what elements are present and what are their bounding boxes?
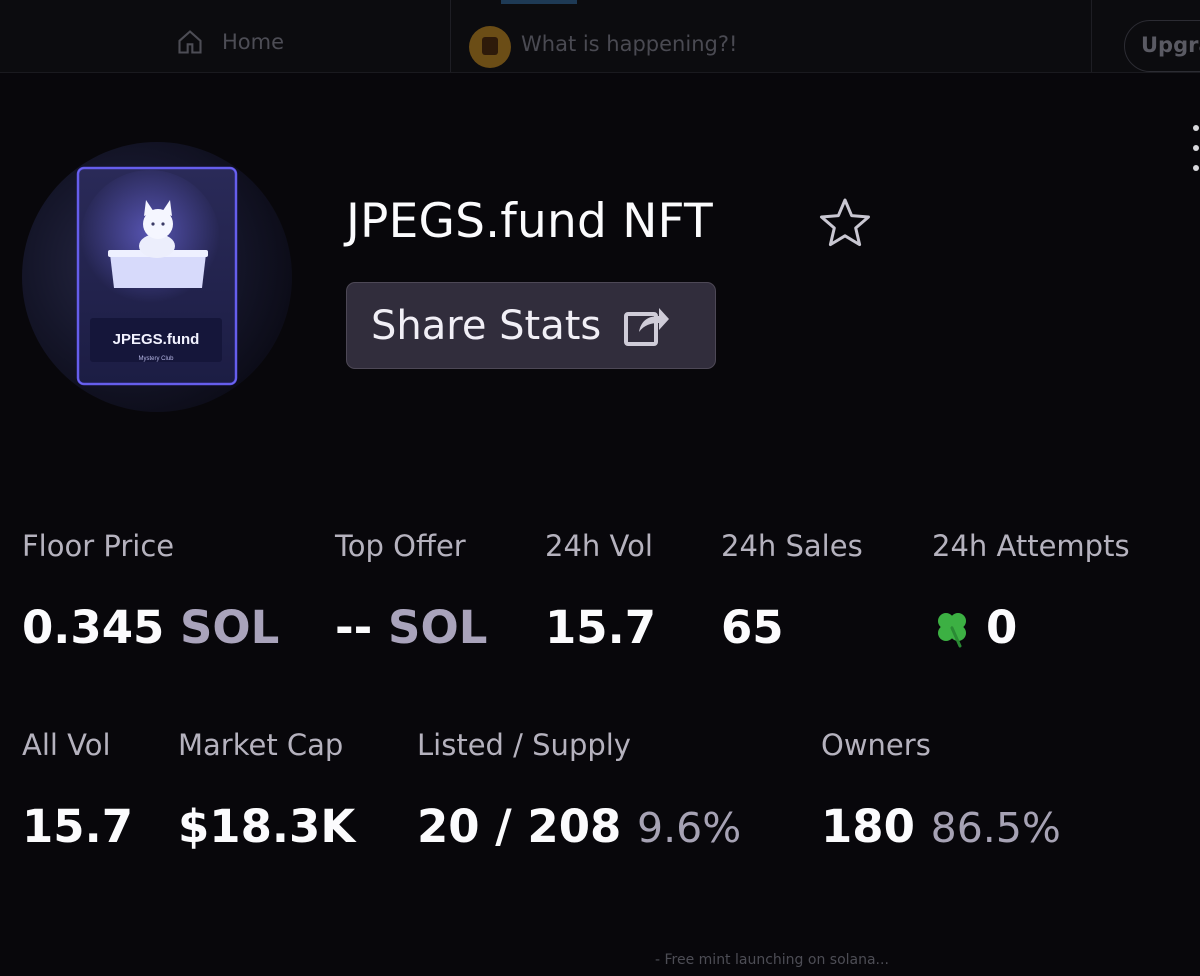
more-options-icon[interactable] [1193,125,1200,185]
four-leaf-clover-icon [938,612,966,647]
upgrade-button[interactable]: Upgra [1124,20,1200,72]
sales-24h-label: 24h Sales [721,529,863,563]
attempts-24h-label: 24h Attempts [932,529,1130,563]
listed-supply-value: 20 / 208 9.6% [417,800,741,853]
floor-price-value: 0.345 SOL [22,601,279,654]
owners-value: 180 86.5% [821,800,1061,853]
attempts-24h-value: 0 [932,601,1017,654]
logo-subtitle: Mystery Club [138,356,174,362]
home-icon [178,30,202,54]
listed-supply-percent: 9.6% [637,804,742,852]
share-icon [624,307,670,346]
floor-price-amount: 0.345 [22,601,165,654]
floor-price-label: Floor Price [22,529,175,563]
top-offer-unit: SOL [388,601,488,654]
home-label: Home [222,30,285,54]
background-top-bar: Home What is happening?! Upgra [0,0,1200,73]
collection-logo: JPEGS.fund Mystery Club [22,142,292,412]
footer-snippet: - Free mint launching on solana... [655,952,889,968]
owners-label: Owners [821,728,931,762]
sales-24h-value: 65 [721,601,784,654]
all-vol-value: 15.7 [22,800,134,853]
composer-accent [501,0,577,4]
listed-supply-label: Listed / Supply [417,728,631,762]
owners-amount: 180 [821,800,915,853]
floor-price-unit: SOL [180,601,280,654]
logo-wordmark: JPEGS.fund [113,331,200,348]
top-offer-amount: -- [335,601,373,654]
market-cap-value: $18.3K [178,800,356,853]
share-stats-button[interactable]: Share Stats [346,282,716,369]
collection-title: JPEGS.fund NFT [346,194,713,249]
all-vol-label: All Vol [22,728,111,762]
composer-input[interactable]: What is happening?! [521,32,737,56]
home-nav-item[interactable]: Home [176,28,284,56]
composer: What is happening?! [450,0,1092,72]
attempts-24h-amount: 0 [986,601,1018,654]
user-avatar[interactable] [469,26,511,68]
vol-24h-value: 15.7 [545,601,657,654]
top-offer-value: -- SOL [335,601,487,654]
share-stats-label: Share Stats [371,302,602,349]
listed-supply-amount: 20 / 208 [417,800,622,853]
favorite-star-icon[interactable] [817,196,873,250]
owners-percent: 86.5% [930,804,1061,852]
top-offer-label: Top Offer [335,529,466,563]
vol-24h-label: 24h Vol [545,529,653,563]
market-cap-label: Market Cap [178,728,344,762]
